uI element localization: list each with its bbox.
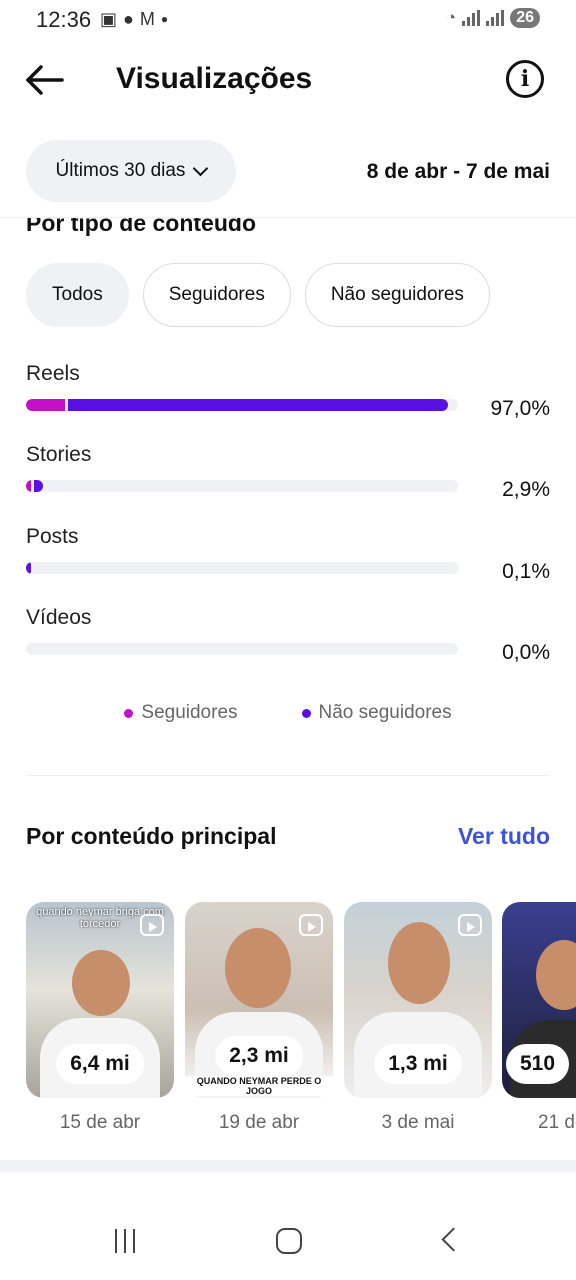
thumbnail-bottom-caption: QUANDO NEYMAR PERDE O JOGO: [185, 1076, 333, 1096]
thumbnail-date: 21 de: [538, 1112, 576, 1133]
info-button[interactable]: i: [506, 60, 544, 98]
bar-row-videos: Vídeos 0,0%: [26, 606, 550, 676]
thumbnail-date: 19 de abr: [218, 1112, 300, 1133]
content-card: 2,3 mi QUANDO NEYMAR PERDE O JOGO 19 de …: [185, 902, 333, 1134]
bar-row-stories: Stories 2,9%: [26, 443, 550, 513]
thumbnail-date: 3 de mai: [381, 1112, 455, 1133]
legend-item-non-followers: Não seguidores: [301, 702, 452, 724]
thumbnail-face: [72, 950, 130, 1016]
arrow-left-icon: [26, 65, 64, 95]
bar-track: [26, 480, 458, 492]
reel-icon: [299, 914, 323, 936]
bar-track: [26, 399, 458, 411]
bar-row-reels: Reels 97,0%: [26, 362, 550, 432]
system-back-button[interactable]: [441, 1227, 466, 1252]
divider: [26, 775, 550, 776]
header: Visualizações i: [0, 44, 576, 116]
page-title: Visualizações: [116, 62, 313, 95]
thumbnail-face: [388, 922, 450, 1004]
top-content-heading: Por conteúdo principal: [26, 823, 277, 849]
system-nav-bar: [0, 1200, 576, 1280]
date-range: 8 de abr - 7 de mai: [366, 160, 550, 183]
section-separator: [0, 1160, 576, 1172]
top-content-carousel[interactable]: quando neymar briga com torcedor 6,4 mi …: [26, 902, 576, 1147]
reel-icon: [140, 914, 164, 936]
pill-seguidores[interactable]: Seguidores: [142, 263, 291, 327]
back-button[interactable]: [22, 60, 66, 100]
legend-label: Seguidores: [141, 702, 238, 723]
info-icon: i: [520, 66, 530, 92]
signal-icon-2: [486, 10, 505, 26]
gmail-icon: M: [139, 9, 155, 29]
bar-percent: 0,1%: [502, 560, 550, 583]
bar-label: Vídeos: [26, 606, 92, 629]
reel-thumbnail[interactable]: 510: [502, 902, 576, 1098]
bar-percent: 97,0%: [490, 397, 550, 420]
view-count: 1,3 mi: [374, 1044, 462, 1084]
recents-button[interactable]: [115, 1229, 135, 1253]
reel-thumbnail[interactable]: quando neymar briga com torcedor 6,4 mi: [26, 902, 174, 1098]
bar-segment-followers: [26, 480, 31, 492]
section-heading: Por tipo de conteúdo: [26, 218, 256, 236]
bar-label: Reels: [26, 362, 80, 385]
reel-thumbnail[interactable]: 2,3 mi QUANDO NEYMAR PERDE O JOGO: [185, 902, 333, 1098]
bar-segment-non-followers: [26, 562, 31, 574]
bar-percent: 2,9%: [502, 478, 550, 501]
see-all-link[interactable]: Ver tudo: [458, 823, 550, 850]
audience-filter-pills: Todos Seguidores Não seguidores: [26, 263, 490, 327]
status-bar: 12:36 ▣ ● M ● ◔ 26: [0, 0, 576, 40]
bar-label: Posts: [26, 525, 79, 548]
thumbnail-face: [536, 940, 576, 1010]
bar-segment-non-followers: [34, 480, 43, 492]
thumbnail-date: 15 de abr: [59, 1112, 141, 1133]
wifi-icon: ◔: [445, 8, 457, 27]
reel-icon: [458, 914, 482, 936]
more-dot-icon: ●: [160, 12, 169, 26]
period-dropdown[interactable]: Últimos 30 dias: [26, 140, 236, 202]
period-label: Últimos 30 dias: [55, 160, 186, 181]
legend-dot-followers: [124, 708, 134, 718]
bar-track: [26, 643, 458, 655]
section-heading-container: Por tipo de conteúdo: [0, 218, 576, 240]
legend-dot-non-followers: [301, 708, 311, 718]
legend: Seguidores Não seguidores: [0, 702, 576, 724]
bar-percent: 0,0%: [502, 641, 550, 664]
system-icons: ◔ 26: [446, 8, 540, 28]
bar-track: [26, 562, 458, 574]
battery-icon: 26: [510, 8, 540, 28]
view-count: 6,4 mi: [56, 1044, 144, 1084]
content-card: 1,3 mi 3 de mai: [344, 902, 492, 1134]
legend-label: Não seguidores: [318, 702, 452, 723]
content-card: quando neymar briga com torcedor 6,4 mi …: [26, 902, 174, 1134]
thumbnail-face: [225, 928, 291, 1008]
bar-row-posts: Posts 0,1%: [26, 525, 550, 595]
bar-label: Stories: [26, 443, 92, 466]
bar-segment-non-followers: [67, 399, 449, 411]
date-filter-row: Últimos 30 dias 8 de abr - 7 de mai: [0, 140, 576, 204]
pill-nao-seguidores[interactable]: Não seguidores: [304, 263, 490, 327]
chevron-down-icon: [193, 160, 209, 177]
content-card: 510 21 de: [502, 902, 576, 1134]
bar-segment-followers: [26, 399, 65, 411]
home-button[interactable]: [276, 1228, 302, 1254]
reel-thumbnail[interactable]: 1,3 mi: [344, 902, 492, 1098]
status-time: 12:36: [36, 7, 92, 32]
view-count: 510: [506, 1044, 570, 1084]
signal-icon: [462, 10, 481, 26]
view-count: 2,3 mi: [215, 1036, 303, 1076]
pill-todos[interactable]: Todos: [26, 263, 129, 327]
chat-icon: ●: [123, 9, 134, 29]
screenshot-icon: ▣: [100, 9, 118, 29]
legend-item-followers: Seguidores: [124, 702, 238, 724]
notification-icons: ▣ ● M ●: [100, 9, 168, 29]
